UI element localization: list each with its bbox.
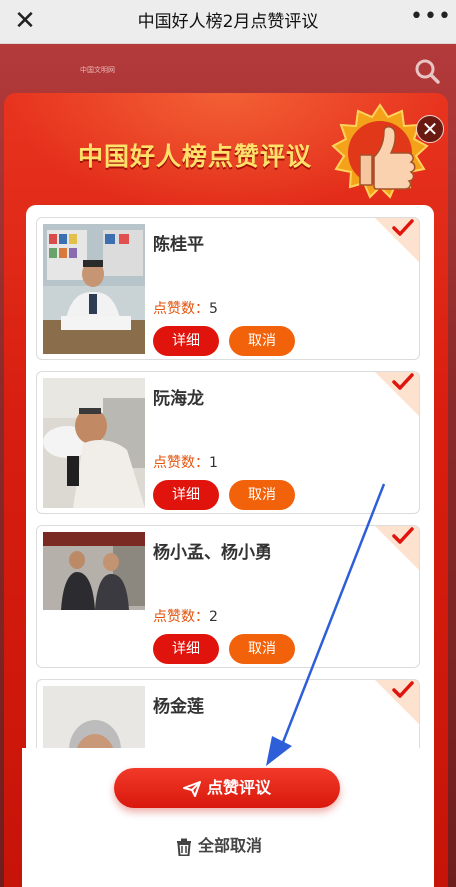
close-icon: ✕ — [421, 117, 439, 141]
candidate-card: 杨小孟、杨小勇 点赞数：2 详细 取消 — [36, 525, 420, 668]
likes-count: 点赞数：5 — [153, 298, 218, 318]
likes-label: 点赞数： — [153, 609, 209, 625]
top-nav-bar: ✕ 中国好人榜2月点赞评议 ••• — [0, 0, 456, 44]
check-icon — [392, 219, 414, 236]
candidate-name: 陈桂平 — [153, 235, 204, 255]
detail-button[interactable]: 详细 — [153, 634, 219, 664]
candidate-photo — [43, 532, 145, 662]
likes-label: 点赞数： — [153, 455, 209, 471]
check-icon — [392, 373, 414, 390]
candidate-name: 杨小孟、杨小勇 — [153, 543, 272, 563]
close-icon[interactable]: ✕ — [8, 4, 42, 38]
likes-count: 点赞数：1 — [153, 452, 218, 472]
candidate-name: 阮海龙 — [153, 389, 204, 409]
trash-icon — [177, 838, 191, 856]
vote-button-label: 点赞评议 — [206, 778, 271, 797]
likes-value: 1 — [209, 455, 218, 471]
bottom-actions: 点赞评议 全部取消 — [22, 748, 430, 887]
detail-button[interactable]: 详细 — [153, 480, 219, 510]
check-icon — [392, 681, 414, 698]
candidate-card: 陈桂平 点赞数：5 详细 取消 — [36, 217, 420, 360]
send-icon — [182, 780, 201, 797]
page-title: 中国好人榜2月点赞评议 — [137, 12, 319, 32]
candidate-photo — [43, 224, 145, 354]
likes-value: 2 — [209, 609, 218, 625]
modal-title: 中国好人榜点赞评议 — [78, 142, 313, 171]
modal-close-button[interactable]: ✕ — [416, 115, 444, 143]
candidate-photo — [43, 378, 145, 508]
likes-value: 5 — [209, 301, 218, 317]
likes-count: 点赞数：2 — [153, 606, 218, 626]
thumbs-up-icon — [331, 103, 429, 199]
detail-button[interactable]: 详细 — [153, 326, 219, 356]
cancel-button[interactable]: 取消 — [229, 634, 295, 664]
candidate-card: 阮海龙 点赞数：1 详细 取消 — [36, 371, 420, 514]
search-icon[interactable] — [414, 58, 440, 84]
clear-all-label: 全部取消 — [198, 836, 263, 855]
clear-all-button[interactable]: 全部取消 — [176, 834, 262, 858]
candidate-name: 杨金莲 — [153, 697, 204, 717]
site-logo: 中国文明网 — [80, 66, 115, 74]
check-icon — [392, 527, 414, 544]
more-dots-icon[interactable]: ••• — [410, 4, 451, 38]
vote-submit-button[interactable]: 点赞评议 — [114, 768, 340, 808]
cancel-button[interactable]: 取消 — [229, 480, 295, 510]
cancel-button[interactable]: 取消 — [229, 326, 295, 356]
likes-label: 点赞数： — [153, 301, 209, 317]
